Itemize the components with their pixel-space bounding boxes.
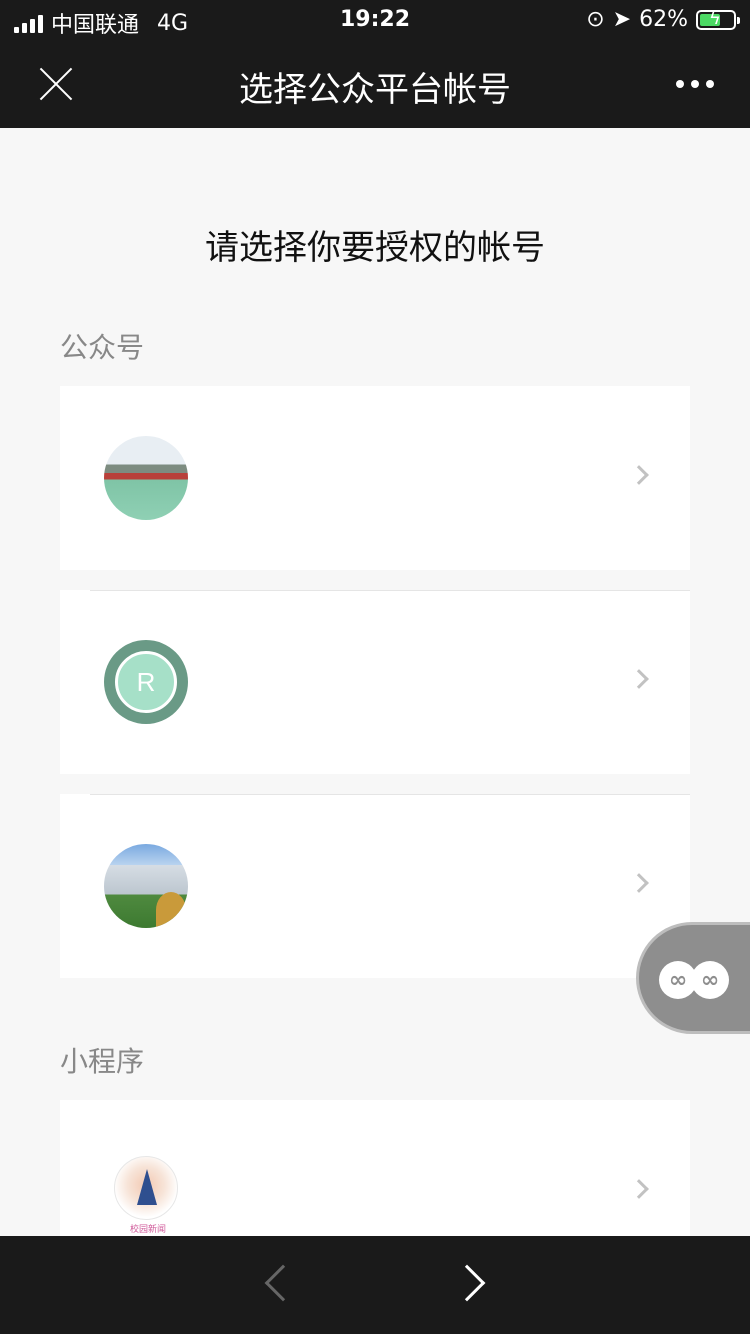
campus-gate-avatar <box>104 436 188 520</box>
page-title: 选择公众平台帐号 <box>239 70 511 110</box>
floating-link-button[interactable]: ∞ ∞ <box>636 922 750 1034</box>
section-label-official: 公众号 <box>60 331 145 364</box>
divider <box>90 794 690 795</box>
forward-chevron-icon[interactable] <box>448 1264 486 1302</box>
letter-avatar: R <box>104 640 188 724</box>
page-heading: 请选择你要授权的帐号 <box>205 228 545 268</box>
mini-program-caption: 校园新闻 <box>129 1225 166 1235</box>
account-row[interactable] <box>60 386 690 570</box>
back-chevron-icon[interactable] <box>264 1264 302 1302</box>
chevron-right-icon <box>629 873 649 893</box>
divider <box>90 590 690 591</box>
more-dots-icon[interactable] <box>676 80 714 88</box>
link-icon: ∞ <box>691 961 729 999</box>
mini-program-avatar <box>114 1156 178 1220</box>
battery-percent: 62% <box>639 7 688 32</box>
battery-icon: ϟ <box>696 7 740 30</box>
mini-program-row[interactable]: 校园新闻 <box>60 1100 690 1236</box>
chevron-right-icon <box>629 1179 649 1199</box>
chevron-right-icon <box>629 465 649 485</box>
avatar-initial: R <box>115 651 177 713</box>
bottom-toolbar <box>0 1236 750 1334</box>
account-row[interactable] <box>60 794 690 978</box>
charging-icon: ϟ <box>709 7 721 29</box>
account-list: 请选择你要授权的帐号 公众号 R 小程序 校园新闻 <box>0 128 750 1236</box>
account-row[interactable]: R <box>60 590 690 774</box>
rotation-lock-icon: ⊙ <box>586 7 605 32</box>
chevron-right-icon <box>629 669 649 689</box>
location-icon: ➤ <box>612 7 632 32</box>
nav-bar: 选择公众平台帐号 <box>0 40 750 128</box>
building-avatar <box>104 844 188 928</box>
section-label-mini-program: 小程序 <box>60 1045 145 1078</box>
status-bar: 中国联通 4G 19:22 ⊙ ➤ 62% ϟ <box>0 0 750 40</box>
